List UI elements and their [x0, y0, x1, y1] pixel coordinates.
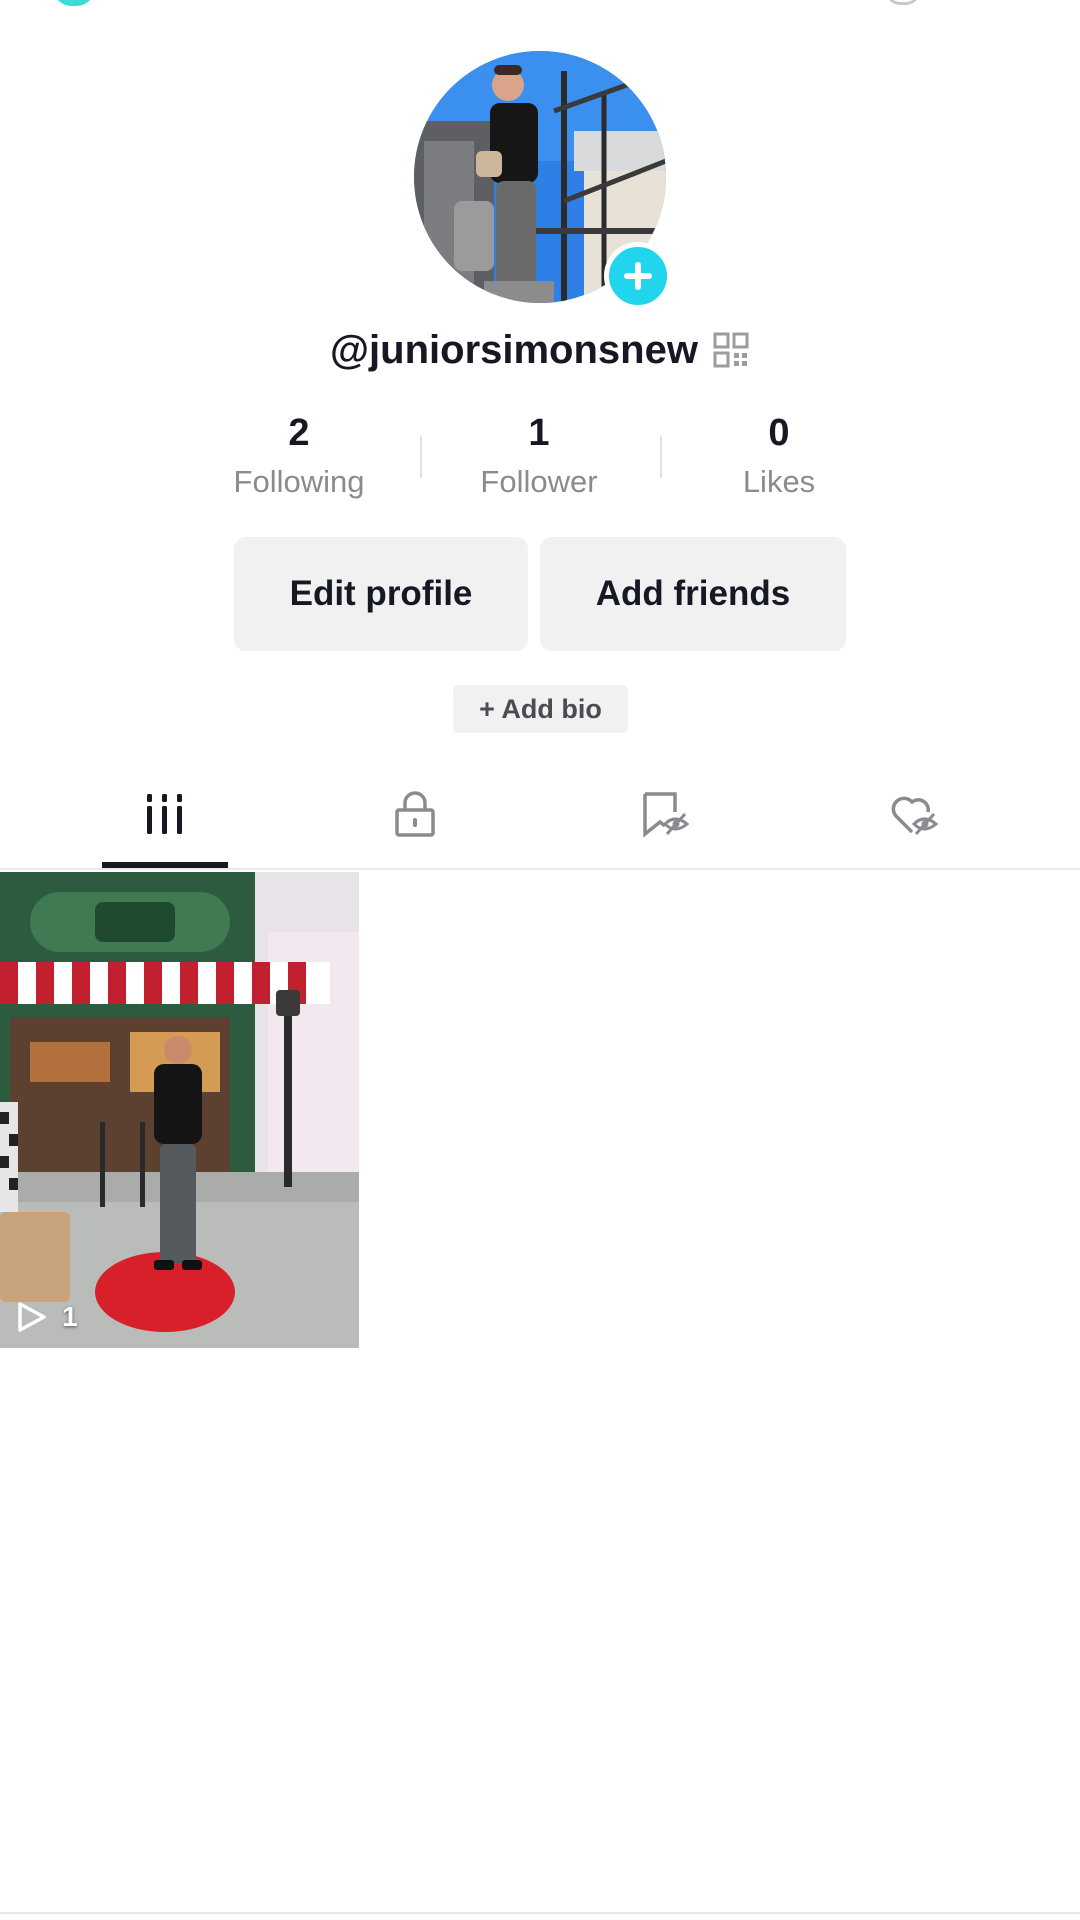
- tab-videos[interactable]: [40, 760, 290, 868]
- bottom-divider: [0, 1912, 1080, 1914]
- edit-profile-button[interactable]: Edit profile: [234, 537, 528, 651]
- status-icon-cut-off: [52, 0, 96, 6]
- add-avatar-button[interactable]: [604, 242, 672, 310]
- follower-count: 1: [528, 412, 550, 454]
- likes-label: Likes: [742, 464, 816, 499]
- likes-count: 0: [768, 412, 790, 454]
- tab-liked[interactable]: [790, 760, 1040, 868]
- profile-tabs: [0, 760, 1080, 870]
- add-friends-button[interactable]: Add friends: [540, 537, 846, 651]
- follower-label: Follower: [480, 464, 598, 499]
- profile-page: @juniorsimonsnew 2 Following 1 Follower …: [0, 0, 1080, 1920]
- hidden-bookmark-icon: [643, 792, 690, 838]
- username: @juniorsimonsnew: [330, 327, 698, 372]
- status-icon-cut-off-right: [886, 0, 920, 5]
- video-thumbnail: [0, 872, 359, 1348]
- video-tile[interactable]: 1: [0, 872, 359, 1348]
- qr-code-icon[interactable]: [712, 331, 750, 369]
- plus-icon: [624, 262, 652, 290]
- stat-likes[interactable]: 0 Likes: [659, 408, 899, 504]
- stat-following[interactable]: 2 Following: [179, 408, 419, 504]
- username-row: @juniorsimonsnew: [0, 322, 1080, 378]
- following-label: Following: [233, 464, 365, 499]
- tab-favorites[interactable]: [540, 760, 790, 868]
- active-tab-indicator: [102, 862, 228, 868]
- lock-icon: [395, 791, 435, 837]
- profile-stats: 2 Following 1 Follower 0 Likes: [0, 408, 1080, 508]
- play-icon: [18, 1302, 46, 1332]
- video-play-overlay: 1: [14, 1300, 78, 1334]
- videos-grid-icon: [147, 794, 182, 834]
- tab-private[interactable]: [290, 760, 540, 868]
- stat-followers[interactable]: 1 Follower: [419, 408, 659, 504]
- hidden-heart-icon: [891, 796, 939, 836]
- following-count: 2: [288, 412, 310, 454]
- play-count: 1: [62, 1301, 78, 1332]
- add-bio-button[interactable]: + Add bio: [453, 685, 628, 733]
